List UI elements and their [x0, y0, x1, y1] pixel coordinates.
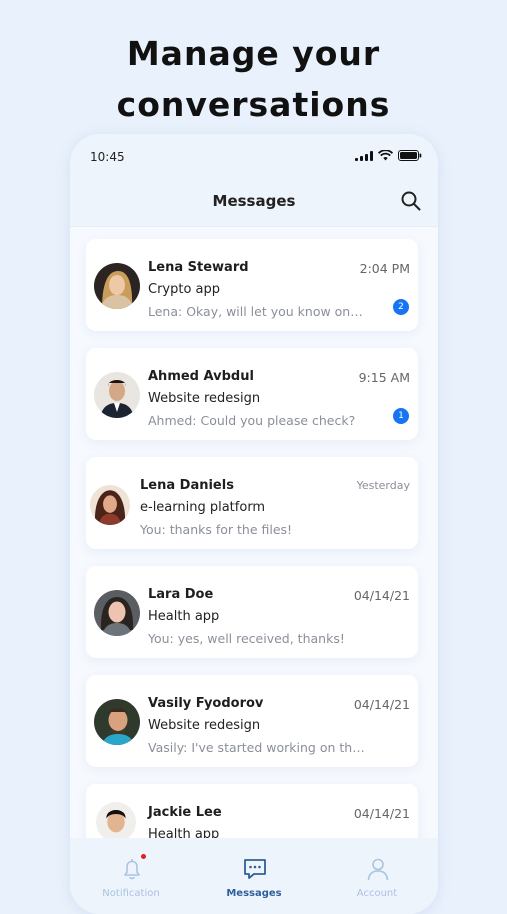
avatar [94, 590, 140, 636]
chat-bubble-icon [244, 859, 266, 879]
hero-headline-line1: Manage your [126, 34, 381, 73]
contact-name: Ahmed Avbdul [148, 369, 254, 384]
message-time: 04/14/21 [353, 588, 410, 603]
tab-notification[interactable]: Notification [70, 838, 192, 914]
conversation-item[interactable]: Ahmed Avbdul 9:15 AM Website redesign Ah… [86, 348, 418, 440]
contact-name: Jackie Lee [148, 805, 222, 820]
user-icon [367, 858, 389, 881]
tab-label: Notification [102, 888, 160, 899]
contact-name: Vasily Fyodorov [148, 696, 264, 711]
project-name: Website redesign [148, 718, 261, 733]
battery-icon [398, 150, 422, 161]
tab-messages[interactable]: Messages [193, 838, 315, 914]
avatar [94, 372, 140, 418]
avatar [96, 802, 136, 842]
avatar [90, 485, 130, 525]
wifi-icon [378, 150, 393, 161]
project-name: Website redesign [148, 391, 261, 406]
page-title: Messages [212, 192, 296, 210]
project-name: Crypto app [148, 282, 221, 297]
tab-label: Messages [226, 888, 282, 899]
contact-name: Lena Steward [148, 260, 249, 275]
message-time: 04/14/21 [353, 697, 410, 712]
message-preview: Ahmed: Could you please check? [148, 413, 356, 428]
message-preview: You: yes, well received, thanks! [148, 631, 345, 646]
hero-headline-line2: conversations [116, 85, 391, 124]
conversation-item[interactable]: Lena Steward 2:04 PM Crypto app Lena: Ok… [86, 239, 418, 331]
conversation-item[interactable]: Vasily Fyodorov 04/14/21 Website redesig… [86, 675, 418, 767]
tab-label: Account [356, 888, 398, 899]
project-name: Health app [148, 609, 220, 624]
conversation-item[interactable]: Lara Doe 04/14/21 Health app You: yes, w… [86, 566, 418, 658]
message-time: 2:04 PM [359, 261, 410, 276]
status-time: 10:45 [90, 150, 125, 164]
messages-header: Messages [70, 180, 438, 227]
unread-badge: 2 [393, 299, 409, 315]
contact-name: Lara Doe [148, 587, 214, 602]
notification-dot [141, 854, 146, 859]
search-icon[interactable] [400, 190, 422, 212]
project-name: e-learning platform [140, 500, 266, 515]
conversation-item[interactable]: Lena Daniels Yesterday e-learning platfo… [86, 457, 418, 549]
phone-screen: 10:45 Messages Lena Steward 2:04 PM Cryp… [70, 134, 438, 914]
tab-account[interactable]: Account [316, 838, 438, 914]
message-time: 04/14/21 [353, 806, 410, 821]
unread-badge: 1 [393, 408, 409, 424]
avatar [94, 699, 140, 745]
message-time: Yesterday [356, 479, 410, 492]
status-bar: 10:45 [70, 134, 438, 180]
message-preview: Lena: Okay, will let you know onc... [148, 304, 368, 319]
message-preview: You: thanks for the files! [140, 522, 293, 537]
message-time: 9:15 AM [358, 370, 410, 385]
status-icons [355, 150, 422, 161]
hero-headline: Manage your conversations [0, 28, 507, 130]
message-preview: Vasily: I've started working on the draf… [148, 740, 368, 755]
bell-icon [124, 859, 140, 880]
bottom-tab-bar: Notification Messages Account [70, 838, 438, 914]
avatar [94, 263, 140, 309]
contact-name: Lena Daniels [140, 478, 234, 493]
signal-icon [355, 151, 373, 161]
